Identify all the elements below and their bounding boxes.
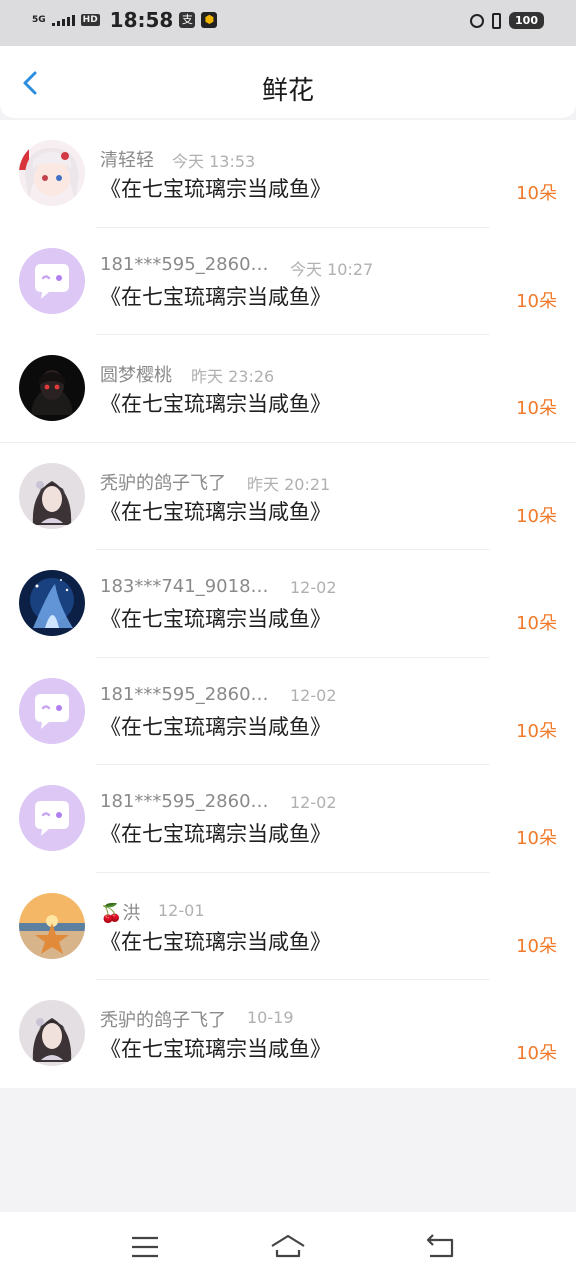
back-nav-button[interactable] — [422, 1230, 458, 1264]
username: 183***741_9018… — [100, 576, 269, 597]
hd-icon: HD — [80, 14, 100, 26]
system-navigation-bar — [0, 1212, 576, 1280]
timestamp: 今天 10:27 — [290, 259, 374, 279]
avatar[interactable] — [19, 462, 85, 529]
username: 181***595_2860… — [100, 791, 269, 812]
list-item[interactable]: 181***595_2860… 12-02 《在七宝琉璃宗当咸鱼》 10朵 — [0, 765, 576, 873]
menu-button[interactable] — [127, 1230, 163, 1264]
username: 🍒洪 — [100, 902, 141, 924]
book-title: 《在七宝琉璃宗当咸鱼》 — [100, 177, 331, 201]
flower-record-list: 清轻轻 今天 13:53 《在七宝琉璃宗当咸鱼》 10朵 181***595_2… — [0, 120, 576, 1088]
avatar[interactable] — [19, 355, 85, 421]
notification-app-icon-2: ⬢ — [201, 12, 218, 28]
network-type: 5G — [32, 14, 46, 25]
page-title: 鲜花 — [261, 76, 314, 106]
notification-app-icon: 支 — [179, 12, 196, 28]
timestamp: 昨天 20:21 — [247, 474, 331, 494]
username: 清轻轻 — [100, 150, 154, 171]
page-header: 鲜花 — [0, 46, 576, 118]
avatar[interactable] — [19, 785, 85, 851]
menu-icon — [132, 1236, 158, 1258]
username: 秃驴的鸽子飞了 — [100, 472, 226, 494]
flower-count: 10朵 — [516, 613, 557, 634]
flower-count: 10朵 — [516, 183, 557, 204]
status-bar: 5G HD 18:58 支 ⬢ 100 — [0, 0, 576, 46]
list-item[interactable]: 183***741_9018… 12-02 《在七宝琉璃宗当咸鱼》 10朵 — [0, 550, 576, 658]
flower-count: 10朵 — [516, 720, 557, 742]
timestamp: 10-19 — [247, 1008, 294, 1027]
battery-indicator: 100 — [509, 12, 544, 29]
book-title: 《在七宝琉璃宗当咸鱼》 — [100, 284, 331, 309]
timestamp: 12-01 — [158, 900, 205, 920]
username: 181***595_2860… — [100, 683, 269, 705]
home-icon — [271, 1234, 305, 1258]
list-item[interactable]: 秃驴的鸽子飞了 10-19 《在七宝琉璃宗当咸鱼》 10朵 — [0, 980, 576, 1088]
avatar[interactable] — [19, 247, 85, 314]
username: 圆梦樱桃 — [100, 365, 172, 386]
timestamp: 12-02 — [290, 793, 337, 812]
book-title: 《在七宝琉璃宗当咸鱼》 — [100, 1037, 331, 1061]
clock: 18:58 — [109, 8, 174, 32]
flower-count: 10朵 — [516, 935, 557, 957]
username: 181***595_2860… — [100, 253, 269, 275]
flower-count: 10朵 — [516, 828, 557, 849]
list-item[interactable]: 秃驴的鸽子飞了 昨天 20:21 《在七宝琉璃宗当咸鱼》 10朵 — [0, 443, 576, 550]
book-title: 《在七宝琉璃宗当咸鱼》 — [100, 822, 331, 846]
flower-count: 10朵 — [516, 290, 557, 312]
vibrate-icon — [492, 12, 502, 29]
avatar[interactable] — [19, 892, 85, 959]
list-item[interactable]: 🍒洪 12-01 《在七宝琉璃宗当咸鱼》 10朵 — [0, 873, 576, 980]
book-title: 《在七宝琉璃宗当咸鱼》 — [100, 392, 331, 416]
book-title: 《在七宝琉璃宗当咸鱼》 — [100, 499, 331, 524]
alarm-icon — [470, 13, 485, 28]
flower-count: 10朵 — [516, 1043, 557, 1064]
list-item[interactable]: 清轻轻 今天 13:53 《在七宝琉璃宗当咸鱼》 10朵 — [0, 120, 576, 228]
return-icon — [426, 1234, 454, 1258]
signal-icon — [51, 14, 75, 26]
username: 秃驴的鸽子飞了 — [100, 1010, 226, 1031]
book-title: 《在七宝琉璃宗当咸鱼》 — [100, 714, 331, 739]
book-title: 《在七宝琉璃宗当咸鱼》 — [100, 929, 331, 954]
avatar[interactable] — [19, 677, 85, 744]
avatar[interactable] — [19, 570, 85, 636]
timestamp: 12-02 — [290, 685, 337, 705]
list-item[interactable]: 181***595_2860… 12-02 《在七宝琉璃宗当咸鱼》 10朵 — [0, 658, 576, 765]
list-item[interactable]: 圆梦樱桃 昨天 23:26 《在七宝琉璃宗当咸鱼》 10朵 — [0, 335, 576, 443]
timestamp: 昨天 23:26 — [191, 367, 275, 386]
flower-count: 10朵 — [516, 505, 557, 527]
flower-count: 10朵 — [516, 398, 557, 419]
timestamp: 12-02 — [290, 578, 337, 597]
timestamp: 今天 13:53 — [172, 152, 256, 171]
home-button[interactable] — [270, 1230, 306, 1264]
avatar[interactable] — [19, 1000, 85, 1066]
avatar[interactable] — [19, 140, 85, 206]
list-item[interactable]: 181***595_2860… 今天 10:27 《在七宝琉璃宗当咸鱼》 10朵 — [0, 228, 576, 335]
book-title: 《在七宝琉璃宗当咸鱼》 — [100, 607, 331, 631]
